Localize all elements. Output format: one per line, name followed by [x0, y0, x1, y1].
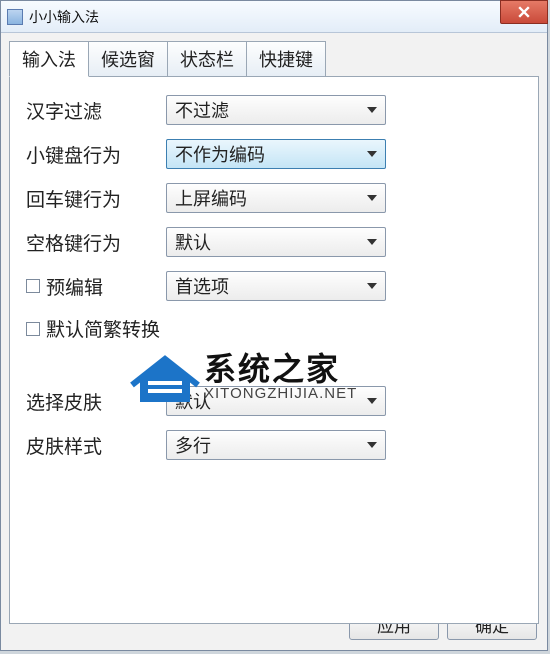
chevron-down-icon [367, 442, 377, 448]
chevron-down-icon [367, 283, 377, 289]
select-value: 不作为编码 [175, 141, 265, 167]
row-enter-behavior: 回车键行为 上屏编码 [26, 183, 522, 213]
settings-window: 小小输入法 输入法 候选窗 状态栏 快捷键 汉字过滤 不过滤 小键盘行为 不作为… [0, 0, 548, 651]
spacer [26, 356, 522, 386]
row-skin-style: 皮肤样式 多行 [26, 430, 522, 460]
row-preedit: 预编辑 首选项 [26, 271, 522, 301]
tab-candidate-window[interactable]: 候选窗 [88, 41, 168, 77]
select-value: 上屏编码 [175, 185, 247, 211]
select-value: 多行 [175, 432, 211, 458]
select-value: 默认 [175, 388, 211, 414]
label-simp-trad-text: 默认简繁转换 [46, 315, 160, 342]
tab-shortcuts[interactable]: 快捷键 [246, 41, 326, 77]
checkbox-simp-trad[interactable] [26, 322, 40, 336]
tab-panel: 汉字过滤 不过滤 小键盘行为 不作为编码 回车键行为 上屏编码 空格键行为 默认 [9, 76, 539, 624]
checkbox-preedit[interactable] [26, 279, 40, 293]
label-simp-trad: 默认简繁转换 [26, 315, 160, 342]
close-button[interactable] [500, 0, 548, 24]
select-numpad-behavior[interactable]: 不作为编码 [166, 139, 386, 169]
tab-status-bar[interactable]: 状态栏 [167, 41, 247, 77]
select-hanzi-filter[interactable]: 不过滤 [166, 95, 386, 125]
chevron-down-icon [367, 107, 377, 113]
label-space-behavior: 空格键行为 [26, 229, 166, 256]
row-skin-select: 选择皮肤 默认 [26, 386, 522, 416]
chevron-down-icon [367, 195, 377, 201]
window-title: 小小输入法 [29, 7, 99, 27]
row-numpad-behavior: 小键盘行为 不作为编码 [26, 139, 522, 169]
select-value: 首选项 [175, 273, 229, 299]
select-value: 默认 [175, 229, 211, 255]
tab-input-method[interactable]: 输入法 [9, 41, 89, 77]
label-hanzi-filter: 汉字过滤 [26, 97, 166, 124]
label-skin-select: 选择皮肤 [26, 388, 166, 415]
select-enter-behavior[interactable]: 上屏编码 [166, 183, 386, 213]
close-icon [518, 6, 530, 18]
chevron-down-icon [367, 151, 377, 157]
select-value: 不过滤 [175, 97, 229, 123]
select-preedit[interactable]: 首选项 [166, 271, 386, 301]
row-space-behavior: 空格键行为 默认 [26, 227, 522, 257]
row-simp-trad: 默认简繁转换 [26, 315, 522, 342]
row-hanzi-filter: 汉字过滤 不过滤 [26, 95, 522, 125]
titlebar: 小小输入法 [1, 1, 547, 33]
label-skin-style: 皮肤样式 [26, 432, 166, 459]
chevron-down-icon [367, 239, 377, 245]
chevron-down-icon [367, 398, 377, 404]
label-enter-behavior: 回车键行为 [26, 185, 166, 212]
label-numpad-behavior: 小键盘行为 [26, 141, 166, 168]
select-skin[interactable]: 默认 [166, 386, 386, 416]
tab-bar: 输入法 候选窗 状态栏 快捷键 [1, 33, 547, 77]
select-space-behavior[interactable]: 默认 [166, 227, 386, 257]
label-preedit: 预编辑 [26, 273, 166, 300]
label-preedit-text: 预编辑 [46, 273, 103, 300]
select-skin-style[interactable]: 多行 [166, 430, 386, 460]
app-icon [7, 9, 23, 25]
